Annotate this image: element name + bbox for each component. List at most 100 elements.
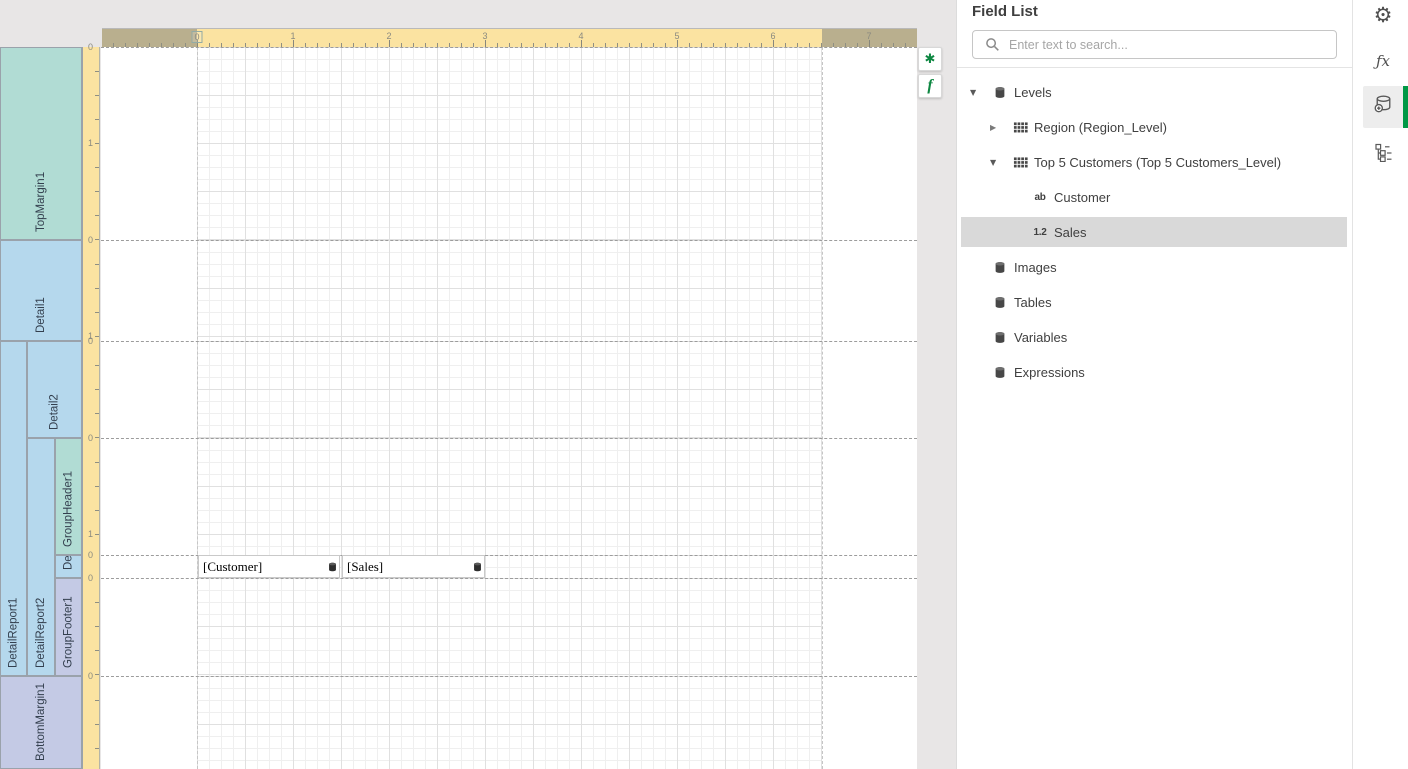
panel-title: Field List: [972, 3, 1038, 20]
ruler-tick: [95, 437, 99, 438]
chevron-down-icon[interactable]: ▼: [990, 158, 1012, 167]
table-icon: [1012, 119, 1028, 135]
tree-item-tables[interactable]: Tables: [961, 287, 1347, 317]
ruler-number: 6: [770, 31, 775, 41]
ruler-tick: [389, 40, 390, 47]
tree-item-expressions[interactable]: Expressions: [961, 357, 1347, 387]
tree-item-label: Variables: [1014, 330, 1067, 345]
band-detailreport1[interactable]: DetailReport1: [0, 341, 27, 676]
search-input[interactable]: [1009, 38, 1328, 52]
toolbar-functions-button[interactable]: ƒx: [1363, 46, 1403, 76]
page-left-edge-guide: [197, 47, 198, 769]
ruler-tick: [95, 239, 99, 240]
tree-item-label: Expressions: [1014, 365, 1085, 380]
gear-icon: ⚙: [1374, 3, 1393, 27]
ruler-tick: [95, 413, 99, 414]
ruler-tick: [95, 674, 99, 675]
database-icon: [992, 259, 1008, 275]
ruler-number: 5: [674, 31, 679, 41]
band-groupheader1[interactable]: GroupHeader1: [55, 438, 82, 555]
ruler-tick: [677, 40, 678, 47]
ruler-tick: [485, 40, 486, 47]
tree-item-region-region-level[interactable]: ▶Region (Region_Level): [961, 112, 1347, 142]
formula-green-icon: f: [927, 77, 932, 95]
vertical-ruler: 0101001000: [82, 47, 100, 769]
band-boundary-line: [101, 676, 917, 677]
ruler-tick: [95, 167, 99, 168]
tree-item-variables[interactable]: Variables: [961, 322, 1347, 352]
database-icon: [992, 329, 1008, 345]
ruler-tick: [95, 71, 99, 72]
ruler-tick: [293, 40, 294, 47]
numeric-field-icon: 1.2: [1032, 224, 1048, 240]
ruler-tick: [773, 40, 774, 47]
ruler-tick: [95, 143, 99, 144]
chevron-down-icon[interactable]: ▼: [970, 88, 992, 97]
search-box[interactable]: [972, 30, 1337, 59]
design-grid: [197, 676, 822, 769]
ruler-tick: [95, 700, 99, 701]
ruler-tick: [95, 215, 99, 216]
ruler-number: 0: [88, 43, 93, 52]
toolbar-levels-structure-button[interactable]: [1363, 139, 1403, 169]
text-field-icon: ab: [1032, 189, 1048, 205]
chevron-right-icon[interactable]: ▶: [990, 123, 1012, 132]
design-grid: [197, 47, 822, 240]
hierarchy-icon: [1373, 142, 1393, 167]
band-detail1[interactable]: Detail1: [0, 240, 82, 341]
tree-item-levels[interactable]: ▼Levels: [961, 77, 1347, 107]
ruler-tick: [95, 650, 99, 651]
ruler-number: 1: [88, 139, 93, 148]
ruler-tick: [95, 602, 99, 603]
band-boundary-line: [101, 578, 917, 579]
field-expression: [Sales]: [347, 559, 383, 575]
band-detailreport2[interactable]: DetailReport2: [27, 438, 55, 676]
ruler-number: 0: [191, 31, 202, 43]
database-add-icon: [1372, 93, 1395, 121]
tree-item-customer[interactable]: abCustomer: [961, 182, 1347, 212]
ruler-number: 1: [290, 31, 295, 41]
database-icon: [992, 294, 1008, 310]
ruler-tick: [95, 389, 99, 390]
band-de[interactable]: De: [55, 555, 82, 578]
field-list-panel: Field List ▼Levels ▶Region (Region_Level)…: [956, 0, 1352, 769]
ruler-number: 0: [88, 551, 93, 560]
fx-icon: ƒx: [1376, 52, 1390, 70]
ruler-number: 2: [386, 31, 391, 41]
band-boundary-line: [101, 438, 917, 439]
report-settings-button[interactable]: ✱: [918, 47, 942, 71]
band-boundary-line: [101, 47, 917, 48]
design-grid: [197, 578, 822, 676]
formula-button[interactable]: f: [918, 74, 942, 98]
design-grid: [197, 240, 822, 341]
ruler-tick: [95, 119, 99, 120]
band-header-column: TopMargin1Detail1DetailReport1Detail2Det…: [0, 47, 82, 769]
report-canvas: [Customer] [Sales]: [101, 47, 917, 769]
field-binding-icon[interactable]: [472, 560, 483, 573]
active-indicator: [1403, 86, 1408, 128]
tree-item-images[interactable]: Images: [961, 252, 1347, 282]
tree-item-sales[interactable]: 1.2 Sales: [961, 217, 1347, 247]
ruler-tick: [95, 288, 99, 289]
band-detail2[interactable]: Detail2: [27, 341, 82, 438]
field-box[interactable]: [Sales]: [342, 555, 485, 578]
database-icon: [992, 364, 1008, 380]
tree-item-label: Sales: [1054, 225, 1087, 240]
ruler-tick: [95, 724, 99, 725]
ruler-number: 0: [88, 337, 93, 346]
band-bottommargin1[interactable]: BottomMargin1: [0, 676, 82, 769]
band-groupfooter1[interactable]: GroupFooter1: [55, 578, 82, 676]
band-topmargin1[interactable]: TopMargin1: [0, 47, 82, 240]
ruler-tick: [95, 191, 99, 192]
ruler-tick: [95, 365, 99, 366]
table-icon: [1012, 154, 1028, 170]
tree-item-top-5-customers-top-5-customers-level[interactable]: ▼Top 5 Customers (Top 5 Customers_Level): [961, 147, 1347, 177]
toolbar-field-list-button[interactable]: [1363, 86, 1403, 128]
field-expression: [Customer]: [203, 559, 262, 575]
search-icon: [985, 37, 1000, 52]
field-binding-icon[interactable]: [327, 560, 338, 573]
field-box[interactable]: [Customer]: [198, 555, 340, 578]
ruler-number: 0: [88, 434, 93, 443]
page-right-edge-guide: [822, 47, 823, 769]
toolbar-settings-button[interactable]: ⚙: [1363, 0, 1403, 30]
